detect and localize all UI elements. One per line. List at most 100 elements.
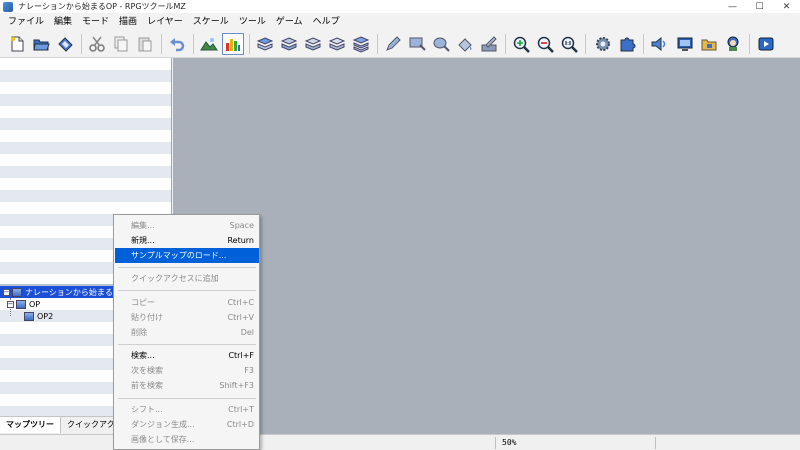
- ctx-load-sample-map[interactable]: サンプルマップのロード...: [115, 248, 259, 263]
- toolbar-separator: [161, 34, 162, 54]
- project-map-icon: [12, 287, 22, 297]
- ellipse-tool-button[interactable]: [430, 33, 452, 55]
- ctx-label: 前を検索: [131, 381, 163, 390]
- toolbar-separator: [505, 34, 506, 54]
- open-project-button[interactable]: [30, 33, 52, 55]
- map-icon: [24, 311, 34, 321]
- menu-separator: [118, 398, 256, 399]
- undo-button[interactable]: [166, 33, 188, 55]
- layer-1-button[interactable]: [254, 33, 276, 55]
- ctx-edit[interactable]: 編集... Space: [115, 218, 259, 233]
- close-button[interactable]: ✕: [773, 0, 800, 13]
- rectangle-icon: [409, 37, 426, 51]
- layer-stack-icon: [352, 36, 370, 53]
- ctx-find-next[interactable]: 次を検索 F3: [115, 363, 259, 378]
- map-mode-button[interactable]: [198, 33, 220, 55]
- database-button[interactable]: [592, 33, 614, 55]
- plugin-manager-button[interactable]: [616, 33, 638, 55]
- menu-separator: [118, 344, 256, 345]
- window-title: ナレーションから始まるOP - RPGツクールMZ: [18, 2, 186, 11]
- menu-layer[interactable]: レイヤー: [142, 14, 188, 30]
- layer-icon: [328, 37, 346, 51]
- new-project-button[interactable]: [6, 33, 28, 55]
- ctx-save-as-image[interactable]: 画像として保存...: [115, 432, 259, 447]
- ctx-new[interactable]: 新規... Return: [115, 233, 259, 248]
- ctx-paste[interactable]: 貼り付け Ctrl+V: [115, 310, 259, 325]
- tab-map-tree[interactable]: マップツリー: [0, 417, 61, 433]
- menu-draw[interactable]: 描画: [114, 14, 142, 30]
- ctx-label: 新規...: [131, 236, 155, 245]
- menu-mode[interactable]: モード: [77, 14, 114, 30]
- ctx-shortcut: Ctrl+T: [228, 405, 254, 414]
- resource-folder-icon: [701, 39, 717, 51]
- tree-item-label: OP2: [37, 311, 54, 321]
- pencil-icon: [386, 36, 401, 51]
- shadow-pen-button[interactable]: [478, 33, 500, 55]
- copy-button[interactable]: [110, 33, 132, 55]
- map-canvas[interactable]: [173, 58, 800, 434]
- event-mode-button[interactable]: [222, 33, 244, 55]
- layer-auto-button[interactable]: [350, 33, 372, 55]
- collapse-icon[interactable]: −: [7, 300, 14, 308]
- resource-manager-button[interactable]: [698, 33, 720, 55]
- menu-bar: ファイル 編集 モード 描画 レイヤー スケール ツール ゲーム ヘルプ: [0, 14, 800, 30]
- sound-test-button[interactable]: [648, 33, 670, 55]
- ctx-label: 次を検索: [131, 366, 163, 375]
- ctx-generate-dungeon[interactable]: ダンジョン生成... Ctrl+D: [115, 417, 259, 432]
- character-generator-button[interactable]: [722, 33, 744, 55]
- menu-game[interactable]: ゲーム: [271, 14, 308, 30]
- toolbar-separator: [585, 34, 586, 54]
- ctx-shortcut: Ctrl+V: [227, 313, 254, 322]
- shadow-pen-icon: [481, 36, 497, 52]
- toolbar-separator: [377, 34, 378, 54]
- event-searcher-button[interactable]: [674, 33, 696, 55]
- menu-edit[interactable]: 編集: [49, 14, 77, 30]
- cut-button[interactable]: [86, 33, 108, 55]
- menu-separator: [118, 267, 256, 268]
- tree-item-label: OP: [29, 299, 41, 309]
- ctx-shortcut: Ctrl+D: [226, 420, 254, 429]
- layer-icon: [256, 37, 274, 51]
- ctx-find[interactable]: 検索... Ctrl+F: [115, 348, 259, 363]
- ctx-shortcut: Return: [227, 236, 254, 245]
- maximize-button[interactable]: ☐: [746, 0, 773, 13]
- playtest-button[interactable]: [755, 33, 777, 55]
- ctx-label: 画像として保存...: [131, 435, 195, 444]
- ctx-delete[interactable]: 削除 Del: [115, 325, 259, 340]
- ctx-shortcut: Shift+F3: [219, 381, 254, 390]
- window-controls: — ☐ ✕: [719, 0, 800, 13]
- copy-icon: [114, 36, 128, 52]
- tree-item-label: ナレーションから始まるOP: [25, 287, 124, 297]
- menu-scale[interactable]: スケール: [188, 14, 234, 30]
- save-project-button[interactable]: [54, 33, 76, 55]
- layer-4-button[interactable]: [326, 33, 348, 55]
- ctx-shift[interactable]: シフト... Ctrl+T: [115, 402, 259, 417]
- paste-button[interactable]: [134, 33, 156, 55]
- toolbar-separator: [749, 34, 750, 54]
- context-menu: 編集... Space 新規... Return サンプルマップのロード... …: [113, 214, 260, 450]
- layer-3-button[interactable]: [302, 33, 324, 55]
- tree-item-op2[interactable]: OP2: [0, 310, 53, 322]
- minimize-button[interactable]: —: [719, 0, 746, 13]
- menu-separator: [118, 290, 256, 291]
- ctx-label: 編集...: [131, 221, 155, 230]
- tree-item-op[interactable]: − OP: [0, 298, 40, 310]
- collapse-icon[interactable]: −: [3, 288, 10, 296]
- zoom-in-button[interactable]: [510, 33, 532, 55]
- pencil-tool-button[interactable]: [382, 33, 404, 55]
- fill-tool-button[interactable]: [454, 33, 476, 55]
- menu-tools[interactable]: ツール: [234, 14, 271, 30]
- paint-bucket-icon: [458, 38, 472, 52]
- save-icon: [58, 37, 73, 52]
- zoom-actual-button[interactable]: [558, 33, 580, 55]
- ctx-add-quick-access[interactable]: クイックアクセスに追加: [115, 271, 259, 286]
- menu-help[interactable]: ヘルプ: [308, 14, 345, 30]
- menu-file[interactable]: ファイル: [3, 14, 49, 30]
- ctx-copy[interactable]: コピー Ctrl+C: [115, 295, 259, 310]
- layer-2-button[interactable]: [278, 33, 300, 55]
- zoom-out-button[interactable]: [534, 33, 556, 55]
- ctx-label: コピー: [131, 298, 155, 307]
- ctx-find-previous[interactable]: 前を検索 Shift+F3: [115, 378, 259, 393]
- ctx-shortcut: Ctrl+C: [227, 298, 254, 307]
- rectangle-tool-button[interactable]: [406, 33, 428, 55]
